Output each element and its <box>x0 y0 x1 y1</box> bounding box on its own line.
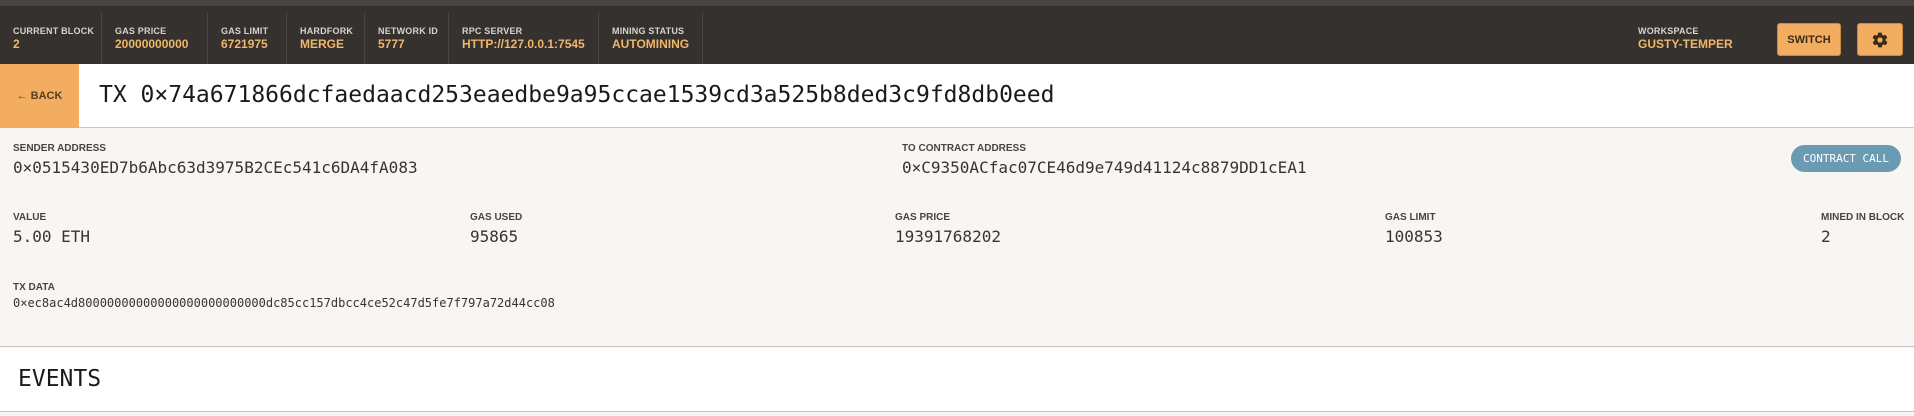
stat-label: CURRENT BLOCK <box>13 26 95 36</box>
bottom-divider <box>0 412 1914 416</box>
transaction-header: ← BACK TX 0×74a671866dcfaedaacd253eaedbe… <box>0 64 1914 128</box>
value-value: 5.00 ETH <box>13 227 91 246</box>
switch-workspace-button[interactable]: SWITCH <box>1777 23 1841 56</box>
sender-address-value: 0×0515430ED7b6Abc63d3975B2CEc541c6DA4fA0… <box>13 158 418 177</box>
gear-icon <box>1872 32 1888 47</box>
settings-button[interactable] <box>1857 23 1903 56</box>
stat-value: AUTOMINING <box>612 37 690 51</box>
page-title: TX 0×74a671866dcfaedaacd253eaedbe9a95cca… <box>99 82 1055 108</box>
stat-rpc-server: RPC SERVER HTTP://127.0.0.1:7545 <box>449 12 599 64</box>
value-label: VALUE <box>13 212 47 223</box>
gas-limit-label: GAS LIMIT <box>1385 212 1436 223</box>
mined-in-block-label: MINED IN BLOCK <box>1821 212 1905 223</box>
mined-in-block-value: 2 <box>1821 227 1831 246</box>
workspace-name: GUSTY-TEMPER <box>1638 37 1733 51</box>
stat-value: 2 <box>13 37 20 51</box>
stat-label: HARDFORK <box>300 26 354 36</box>
to-contract-address-label: TO CONTRACT ADDRESS <box>902 143 1026 154</box>
mined-in-block-field: MINED IN BLOCK 2 <box>1821 212 1904 246</box>
to-contract-address-value: 0×C9350ACfac07CE46d9e749d41124c8879DD1cE… <box>902 158 1307 177</box>
stat-value: HTTP://127.0.0.1:7545 <box>462 37 585 51</box>
transaction-details: SENDER ADDRESS 0×0515430ED7b6Abc63d3975B… <box>0 129 1914 347</box>
status-bar: CURRENT BLOCK 2 GAS PRICE 20000000000 GA… <box>0 0 1914 64</box>
stat-label: RPC SERVER <box>462 26 523 36</box>
gas-limit-field: GAS LIMIT 100853 <box>1385 212 1443 246</box>
stat-value: MERGE <box>300 37 345 51</box>
events-title: EVENTS <box>18 366 102 392</box>
stat-label: NETWORK ID <box>378 26 438 36</box>
stat-label: MINING STATUS <box>612 26 685 36</box>
gas-limit-value: 100853 <box>1385 227 1443 246</box>
stat-hardfork: HARDFORK MERGE <box>287 12 365 64</box>
gas-price-label: GAS PRICE <box>895 212 951 223</box>
stat-label: GAS PRICE <box>115 26 167 36</box>
sender-address-field: SENDER ADDRESS 0×0515430ED7b6Abc63d3975B… <box>13 143 418 177</box>
workspace-indicator: WORKSPACE GUSTY-TEMPER <box>1638 26 1733 51</box>
events-section: EVENTS <box>0 348 1914 412</box>
stat-current-block: CURRENT BLOCK 2 <box>0 12 102 64</box>
tx-data-label: TX DATA <box>13 282 55 293</box>
gas-price-field: GAS PRICE 19391768202 <box>895 212 1001 246</box>
workspace-label: WORKSPACE <box>1638 26 1699 36</box>
to-contract-address-field: TO CONTRACT ADDRESS 0×C9350ACfac07CE46d9… <box>902 143 1307 177</box>
stat-value: 5777 <box>378 37 405 51</box>
value-field: VALUE 5.00 ETH <box>13 212 90 246</box>
tx-data-field: TX DATA 0×ec8ac4d80000000000000000000000… <box>13 282 555 310</box>
stat-gas-price: GAS PRICE 20000000000 <box>102 12 208 64</box>
stat-value: 6721975 <box>221 37 268 51</box>
stat-label: GAS LIMIT <box>221 26 269 36</box>
stat-gas-limit: GAS LIMIT 6721975 <box>208 12 287 64</box>
back-button[interactable]: ← BACK <box>0 64 79 128</box>
gas-price-value: 19391768202 <box>895 227 1001 246</box>
gas-used-field: GAS USED 95865 <box>470 212 522 246</box>
tx-data-value: 0×ec8ac4d80000000000000000000000000dc85c… <box>13 296 555 310</box>
gas-used-value: 95865 <box>470 227 519 246</box>
gas-used-label: GAS USED <box>470 212 523 223</box>
sender-address-label: SENDER ADDRESS <box>13 143 106 154</box>
stat-mining-status: MINING STATUS AUTOMINING <box>599 12 703 64</box>
contract-call-badge: CONTRACT CALL <box>1791 145 1901 172</box>
stat-value: 20000000000 <box>115 37 189 51</box>
stat-network-id: NETWORK ID 5777 <box>365 12 449 64</box>
